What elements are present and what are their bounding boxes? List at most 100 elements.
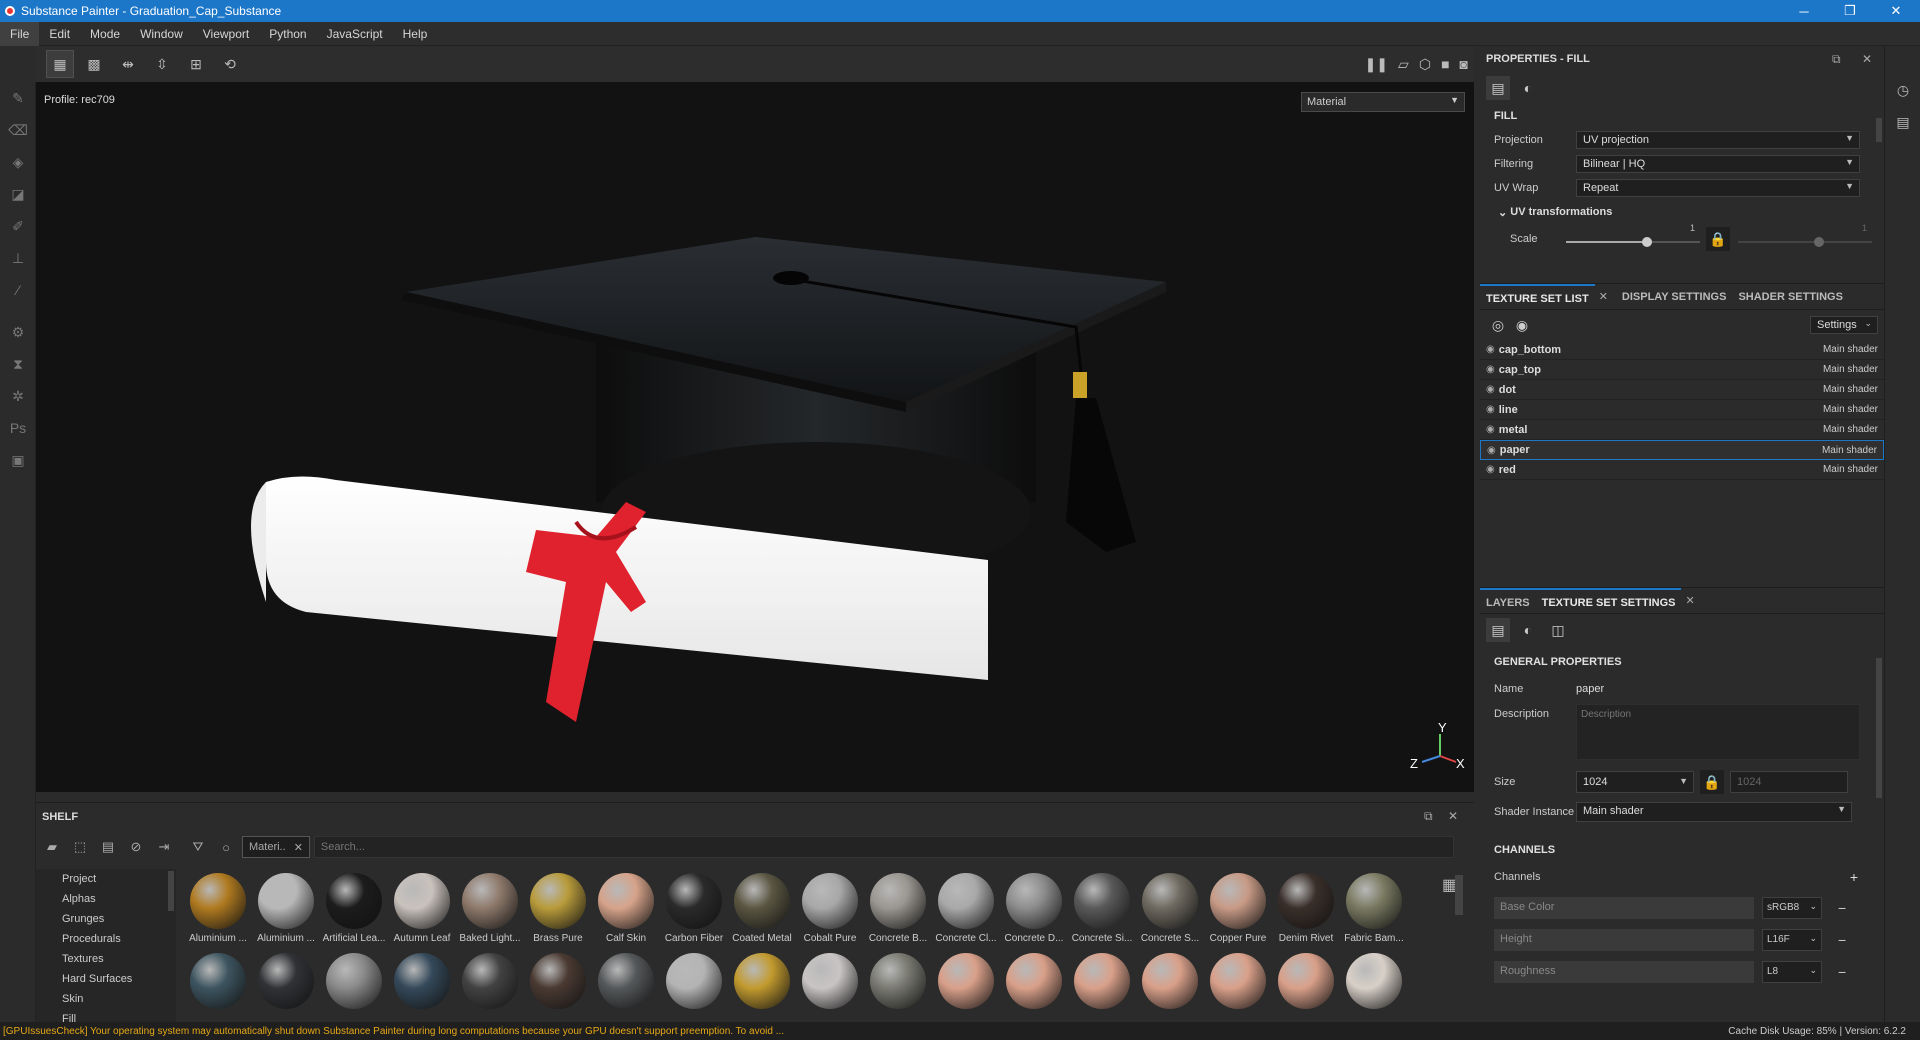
channel-format-select[interactable]: L8 ⌄ (1762, 961, 1822, 983)
viewport[interactable]: Profile: rec709 Material ▼ Y X Z (36, 82, 1474, 792)
material-item[interactable]: Concrete Si... (1070, 873, 1134, 944)
hide-all-icon[interactable]: ◎ (1486, 313, 1510, 337)
menu-help[interactable]: Help (393, 22, 438, 46)
remove-channel-icon[interactable]: − (1838, 964, 1846, 980)
material-item[interactable]: Coated Metal (730, 873, 794, 944)
material-item[interactable]: Concrete B... (866, 873, 930, 944)
symmetry-x-icon[interactable]: ⇹ (114, 50, 142, 78)
eye-icon[interactable]: ◉ (1510, 313, 1534, 337)
material-item[interactable] (390, 953, 454, 1013)
category-project[interactable]: Project (36, 869, 176, 889)
import-icon[interactable]: ⇥ (152, 836, 176, 858)
material-item[interactable]: Copper Pure (1206, 873, 1270, 944)
symmetry-y-icon[interactable]: ⇳ (148, 50, 176, 78)
new-window-icon[interactable]: ⬚ (68, 836, 92, 858)
texture-set-row[interactable]: ◉ cap_top Main shader (1480, 360, 1884, 380)
description-input[interactable] (1576, 704, 1860, 760)
menu-mode[interactable]: Mode (80, 22, 130, 46)
menu-file[interactable]: File (0, 21, 40, 46)
polygon-fill-icon[interactable]: ◪ (0, 178, 36, 210)
category-grunges[interactable]: Grunges (36, 909, 176, 929)
add-icon[interactable]: ⊞ (182, 50, 210, 78)
eye-icon[interactable]: ◉ (1486, 344, 1495, 355)
projection-select[interactable]: UV projection ▼ (1576, 131, 1860, 149)
circle-icon[interactable]: ○ (214, 836, 238, 858)
history-icon[interactable]: ⟲ (216, 50, 244, 78)
close-properties-icon[interactable]: ✕ (1862, 52, 1872, 66)
eye-icon[interactable]: ◉ (1486, 424, 1495, 435)
material-item[interactable] (1002, 953, 1066, 1013)
shader-instance-select[interactable]: Main shader ▼ (1576, 802, 1852, 822)
texture-set-row[interactable]: ◉ metal Main shader (1480, 420, 1884, 440)
screenshot-icon[interactable]: ◙ (1460, 56, 1468, 72)
maximize-button[interactable]: ❐ (1830, 0, 1870, 22)
shelf-scrollbar[interactable] (1455, 875, 1463, 915)
pause-icon[interactable]: ❚❚ (1365, 56, 1388, 73)
texture-set-row[interactable]: ◉ paper Main shader (1480, 440, 1884, 460)
tab-texture-set-list[interactable]: TEXTURE SET LIST (1480, 283, 1595, 310)
texture-set-row[interactable]: ◉ line Main shader (1480, 400, 1884, 420)
display-mode-icon[interactable]: ⬡ (1419, 56, 1431, 73)
tab-layers[interactable]: LAYERS (1480, 587, 1536, 614)
lock-icon[interactable]: 🔒 (1700, 770, 1724, 794)
eraser-icon[interactable]: ⌫ (0, 114, 36, 146)
channel-format-select[interactable]: L16F ⌄ (1762, 929, 1822, 951)
material-tab-icon[interactable]: ◐ (1516, 76, 1540, 100)
material-item[interactable] (594, 953, 658, 1013)
add-channel-icon[interactable]: + (1850, 869, 1858, 885)
material-item[interactable] (186, 953, 250, 1013)
remove-channel-icon[interactable]: − (1838, 932, 1846, 948)
undock-icon[interactable]: ⧉ (1832, 52, 1841, 67)
material-item[interactable] (1206, 953, 1270, 1013)
save-icon[interactable]: ▤ (96, 836, 120, 858)
video-camera-icon[interactable]: ■ (1441, 56, 1449, 72)
close-shelf-icon[interactable]: ✕ (1448, 809, 1458, 823)
material-item[interactable] (866, 953, 930, 1013)
material-item[interactable]: Concrete S... (1138, 873, 1202, 944)
material-item[interactable]: Brass Pure (526, 873, 590, 944)
grid-select-icon[interactable]: ▦ (46, 50, 74, 78)
material-item[interactable] (1138, 953, 1202, 1013)
menu-window[interactable]: Window (130, 22, 193, 46)
material-item[interactable]: Artificial Lea... (322, 873, 386, 944)
menu-javascript[interactable]: JavaScript (317, 22, 393, 46)
hourglass-icon[interactable]: ⧗ (0, 348, 36, 380)
clone-stamp-icon[interactable]: ⊥ (0, 242, 36, 274)
grid-options-icon[interactable]: ▩ (80, 50, 108, 78)
material-item[interactable]: Aluminium ... (186, 873, 250, 944)
bake-icon[interactable]: ⚙ (0, 316, 36, 348)
tab-shader-settings[interactable]: SHADER SETTINGS (1732, 284, 1849, 310)
settings-small-icon[interactable]: ✲ (0, 380, 36, 412)
texture-set-row[interactable]: ◉ dot Main shader (1480, 380, 1884, 400)
category-textures[interactable]: Textures (36, 949, 176, 969)
properties-tab-icon[interactable]: ▤ (1486, 76, 1510, 100)
material-item[interactable] (662, 953, 726, 1013)
hide-icon[interactable]: ⊘ (124, 836, 148, 858)
material-item[interactable] (526, 953, 590, 1013)
remove-tag-icon[interactable]: ✕ (294, 841, 303, 854)
filter-tag[interactable]: Materi.. ✕ (242, 836, 310, 858)
projection-icon[interactable]: ◈ (0, 146, 36, 178)
uvwrap-select[interactable]: Repeat ▼ (1576, 179, 1860, 197)
properties-tab-icon[interactable]: ▤ (1486, 618, 1510, 642)
smudge-icon[interactable]: ✐ (0, 210, 36, 242)
properties-scrollbar[interactable] (1876, 118, 1882, 142)
eye-icon[interactable]: ◉ (1486, 384, 1495, 395)
material-item[interactable] (254, 953, 318, 1013)
material-item[interactable] (934, 953, 998, 1013)
material-item[interactable]: Aluminium ... (254, 873, 318, 944)
eye-icon[interactable]: ◉ (1486, 364, 1495, 375)
shelf-search-input[interactable] (313, 836, 1454, 858)
close-window-button[interactable]: ✕ (1876, 0, 1916, 22)
material-item[interactable] (1070, 953, 1134, 1013)
history-icon[interactable]: ◷ (1885, 74, 1920, 106)
scale-slider[interactable]: 1 (1566, 223, 1700, 249)
remove-channel-icon[interactable]: − (1838, 900, 1846, 916)
tss-scrollbar[interactable] (1876, 658, 1882, 798)
material-item[interactable]: Denim Rivet (1274, 873, 1338, 944)
scale-handle-2[interactable] (1814, 237, 1824, 247)
material-item[interactable] (322, 953, 386, 1013)
folder-icon[interactable]: ▰ (40, 836, 64, 858)
settings-select[interactable]: Settings ⌄ (1810, 316, 1878, 334)
minimize-button[interactable]: ─ (1784, 0, 1824, 22)
